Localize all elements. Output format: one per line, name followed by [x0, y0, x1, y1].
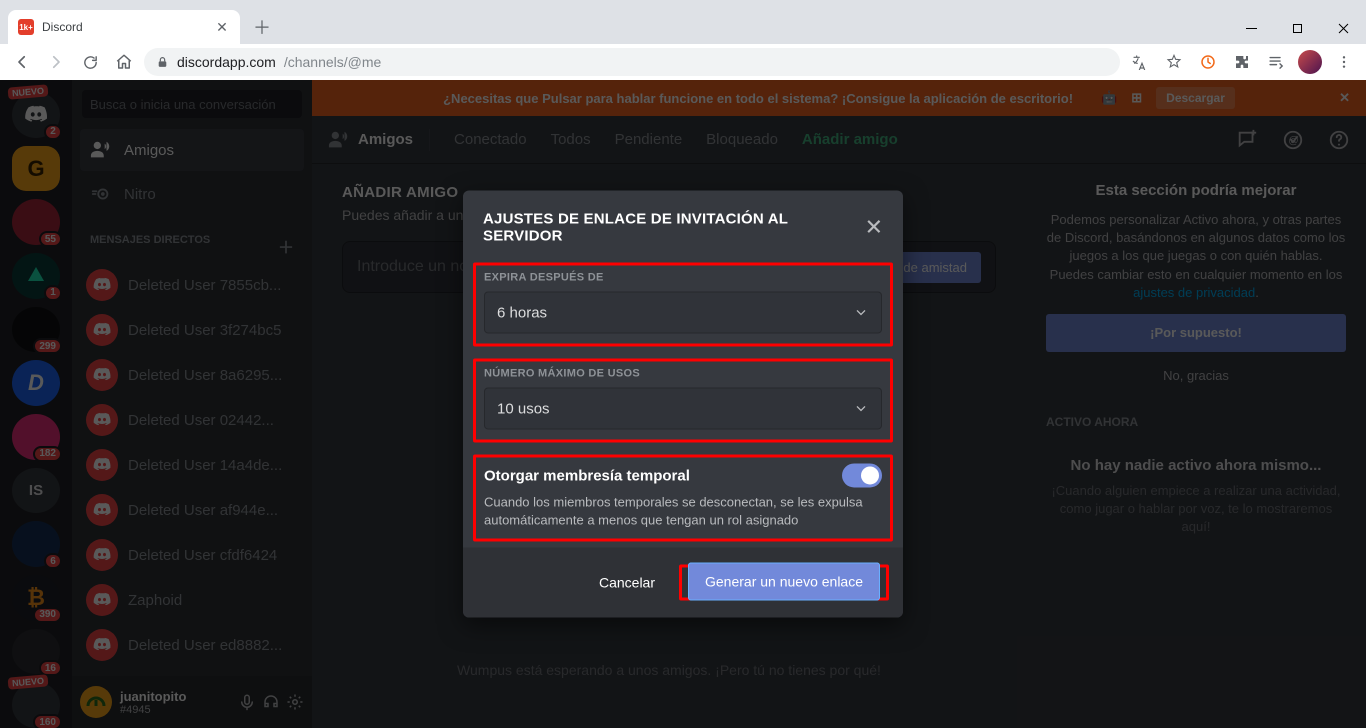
highlight-generate: Generar un nuevo enlace — [679, 565, 889, 601]
temp-membership-toggle[interactable] — [842, 463, 882, 487]
omnibox[interactable]: discordapp.com/channels/@me — [144, 48, 1120, 76]
invite-settings-modal: AJUSTES DE ENLACE DE INVITACIÓN AL SERVI… — [463, 190, 903, 617]
expire-select[interactable]: 6 horas — [484, 291, 882, 333]
nav-home-button[interactable] — [110, 48, 138, 76]
discord-app: NUEVO 2 G 55 1 299 D 182 IS 6 ₿390 16 NU… — [0, 80, 1366, 728]
window-controls — [1228, 12, 1366, 44]
extensions-icon[interactable] — [1228, 48, 1256, 76]
translate-icon[interactable] — [1126, 48, 1154, 76]
modal-close-icon[interactable]: ✕ — [865, 214, 883, 240]
highlight-uses: NÚMERO MÁXIMO DE USOS 10 usos — [473, 358, 893, 442]
window-minimize-button[interactable] — [1228, 12, 1274, 44]
tab-title: Discord — [42, 20, 206, 34]
nav-reload-button[interactable] — [76, 48, 104, 76]
url-path: /channels/@me — [284, 54, 381, 70]
modal-title: AJUSTES DE ENLACE DE INVITACIÓN AL SERVI… — [483, 210, 865, 244]
modal-footer: Cancelar Generar un nuevo enlace — [463, 548, 903, 618]
browser-toolbar: discordapp.com/channels/@me — [0, 44, 1366, 80]
title-bar — [0, 0, 1366, 8]
uses-label: NÚMERO MÁXIMO DE USOS — [484, 367, 882, 379]
window-close-button[interactable] — [1320, 12, 1366, 44]
window-maximize-button[interactable] — [1274, 12, 1320, 44]
expire-label: EXPIRA DESPUÉS DE — [484, 271, 882, 283]
temp-membership-desc: Cuando los miembros temporales se descon… — [484, 493, 882, 528]
expire-value: 6 horas — [497, 304, 547, 321]
browser-window: 1k+ Discord ✕ ＋ discordapp.com/channels — [0, 0, 1366, 728]
tab-strip: 1k+ Discord ✕ ＋ — [0, 8, 1366, 44]
nav-back-button[interactable] — [8, 48, 36, 76]
profile-avatar[interactable] — [1296, 48, 1324, 76]
generate-link-button[interactable]: Generar un nuevo enlace — [688, 563, 880, 601]
discord-favicon-icon: 1k+ — [18, 19, 34, 35]
temp-membership-title: Otorgar membresía temporal — [484, 467, 690, 484]
nav-forward-button[interactable] — [42, 48, 70, 76]
cancel-button[interactable]: Cancelar — [585, 565, 669, 601]
uses-value: 10 usos — [497, 400, 550, 417]
tab-close-icon[interactable]: ✕ — [214, 19, 230, 35]
highlight-expire: EXPIRA DESPUÉS DE 6 horas — [473, 262, 893, 346]
extension-honey-icon[interactable] — [1194, 48, 1222, 76]
browser-menu-icon[interactable] — [1330, 48, 1358, 76]
reading-list-icon[interactable] — [1262, 48, 1290, 76]
bookmark-star-icon[interactable] — [1160, 48, 1188, 76]
chevron-down-icon — [853, 400, 869, 416]
highlight-temp: Otorgar membresía temporal Cuando los mi… — [473, 454, 893, 541]
lock-icon — [156, 56, 169, 69]
url-host: discordapp.com — [177, 54, 276, 70]
uses-select[interactable]: 10 usos — [484, 387, 882, 429]
new-tab-button[interactable]: ＋ — [248, 13, 276, 41]
chevron-down-icon — [853, 304, 869, 320]
browser-tab[interactable]: 1k+ Discord ✕ — [8, 10, 240, 44]
